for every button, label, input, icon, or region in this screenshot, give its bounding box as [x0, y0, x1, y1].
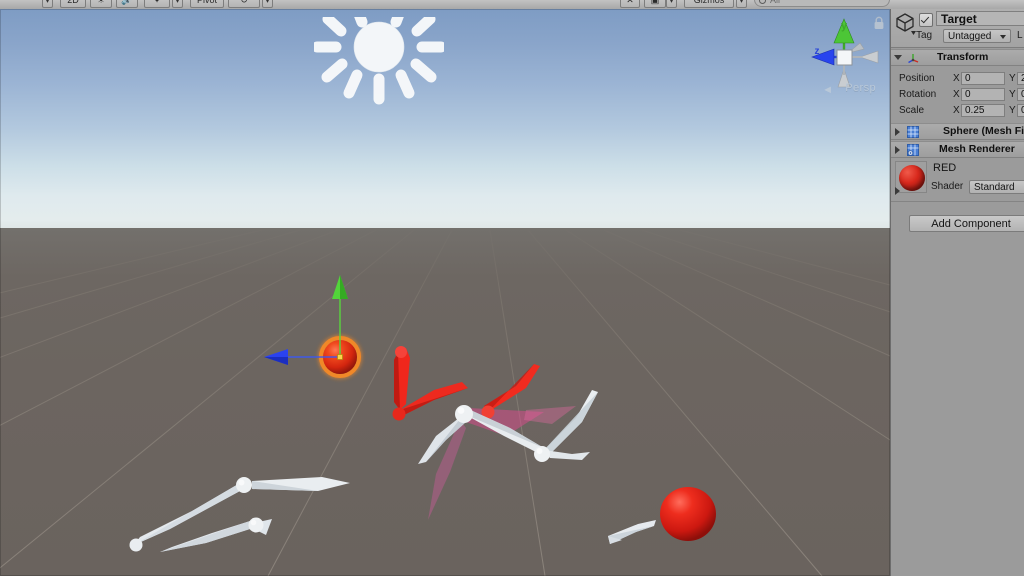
- toolbar-camera-icon[interactable]: ▣: [644, 0, 666, 8]
- scene-search-input[interactable]: All: [754, 0, 890, 7]
- toolbar-audio-toggle[interactable]: 🔊: [116, 0, 138, 8]
- unity-editor-window: ▾ 2D ☀ 🔊 ✦ ▾ Pivot ↻ ▾ ✕ ▣ ▾ Gizmos ▾ Al…: [0, 0, 1024, 576]
- mesh-filter-icon: [907, 126, 919, 141]
- tag-label: Tag: [916, 30, 933, 41]
- mesh-renderer-title: Mesh Renderer: [939, 143, 1015, 155]
- toolbar-pivot-mode[interactable]: Pivot: [190, 0, 224, 8]
- shader-label: Shader: [931, 181, 964, 192]
- material-name: RED: [933, 162, 957, 174]
- skybox-sky: [0, 9, 890, 229]
- transform-foldout-icon[interactable]: [894, 55, 902, 60]
- scale-x-axis-label: X: [953, 105, 960, 116]
- svg-text:y: y: [841, 20, 848, 32]
- scale-x-field[interactable]: 0.25: [961, 104, 1005, 117]
- rotation-x-axis-label: X: [953, 89, 960, 100]
- scale-y-axis-label: Y: [1009, 105, 1016, 116]
- inspector-panel: Target Tag Untagged L Transform Position: [890, 9, 1024, 576]
- gameobject-enabled-checkbox[interactable]: [919, 13, 933, 27]
- scene-view-axis-gizmo[interactable]: y z: [804, 13, 882, 113]
- red-sphere-object[interactable]: [659, 486, 717, 547]
- svg-text:z: z: [815, 46, 820, 57]
- transform-title: Transform: [937, 51, 989, 63]
- toolbar-caret-1[interactable]: ▾: [42, 0, 53, 8]
- position-x-axis-label: X: [953, 73, 960, 84]
- material-preview-sphere: [899, 165, 925, 191]
- material-foldout-icon[interactable]: [895, 187, 900, 195]
- toolbar-lighting-toggle[interactable]: ☀: [90, 0, 112, 8]
- persp-arrow-icon: ◄: [822, 84, 833, 96]
- rotation-y-axis-label: Y: [1009, 89, 1016, 100]
- toolbar-fx-dropdown[interactable]: ✦: [144, 0, 170, 8]
- gameobject-header: Target Tag Untagged L: [891, 9, 1024, 48]
- toolbar-camera-caret[interactable]: ▾: [666, 0, 677, 8]
- toolbar-gizmos-dropdown[interactable]: Gizmos: [684, 0, 734, 8]
- directional-light-sun-icon[interactable]: [311, 9, 447, 105]
- rotation-label: Rotation: [899, 89, 937, 100]
- scene-gizmo-lock-icon[interactable]: [873, 16, 885, 35]
- toolbar-space-caret[interactable]: ▾: [262, 0, 273, 8]
- position-label: Position: [899, 73, 935, 84]
- shader-dropdown[interactable]: Standard: [969, 180, 1024, 194]
- mesh-renderer-icon: [907, 144, 919, 159]
- position-y-axis-label: Y: [1009, 73, 1016, 84]
- toolbar-pivot-toggle[interactable]: 2D: [60, 0, 86, 8]
- inspector-empty-area: [891, 241, 1024, 576]
- mesh-renderer-foldout-icon[interactable]: [895, 146, 900, 154]
- component-header-transform[interactable]: Transform: [891, 49, 1024, 66]
- toolbar-handle-space[interactable]: ↻: [228, 0, 260, 8]
- selected-target-sphere[interactable]: [258, 271, 378, 388]
- transform-icon: [907, 52, 920, 67]
- boid-left-group[interactable]: [122, 459, 362, 569]
- gameobject-name-field[interactable]: Target: [936, 11, 1024, 26]
- layer-label: L: [1017, 30, 1023, 41]
- toolbar-close-icon[interactable]: ✕: [620, 0, 640, 8]
- position-y-field[interactable]: 2: [1017, 72, 1024, 85]
- chevron-down-icon: [1000, 35, 1006, 39]
- cube-icon: [895, 12, 917, 39]
- mesh-filter-title: Sphere (Mesh Filter): [943, 125, 1024, 137]
- tag-value: Untagged: [948, 31, 992, 42]
- mesh-filter-foldout-icon[interactable]: [895, 128, 900, 136]
- camera-mode-label[interactable]: Persp: [845, 82, 876, 94]
- boid-lower-right[interactable]: [604, 514, 664, 555]
- toolbar-fx-caret[interactable]: ▾: [172, 0, 183, 8]
- add-component-button[interactable]: Add Component: [909, 215, 1024, 232]
- rotation-x-field[interactable]: 0: [961, 88, 1005, 101]
- component-header-mesh-filter[interactable]: Sphere (Mesh Filter): [891, 123, 1024, 140]
- toolbar-gizmos-caret[interactable]: ▾: [736, 0, 747, 8]
- inspector-divider: [891, 201, 1024, 202]
- boid-center-group[interactable]: [376, 344, 616, 539]
- position-x-field[interactable]: 0: [961, 72, 1005, 85]
- component-header-mesh-renderer[interactable]: Mesh Renderer: [891, 141, 1024, 289]
- scale-label: Scale: [899, 105, 925, 116]
- rotation-y-field[interactable]: 0: [1017, 88, 1024, 101]
- tag-dropdown[interactable]: Untagged: [943, 29, 1011, 43]
- scale-y-field[interactable]: 0: [1017, 104, 1024, 117]
- scene-view[interactable]: y z ◄ Persp: [0, 9, 890, 576]
